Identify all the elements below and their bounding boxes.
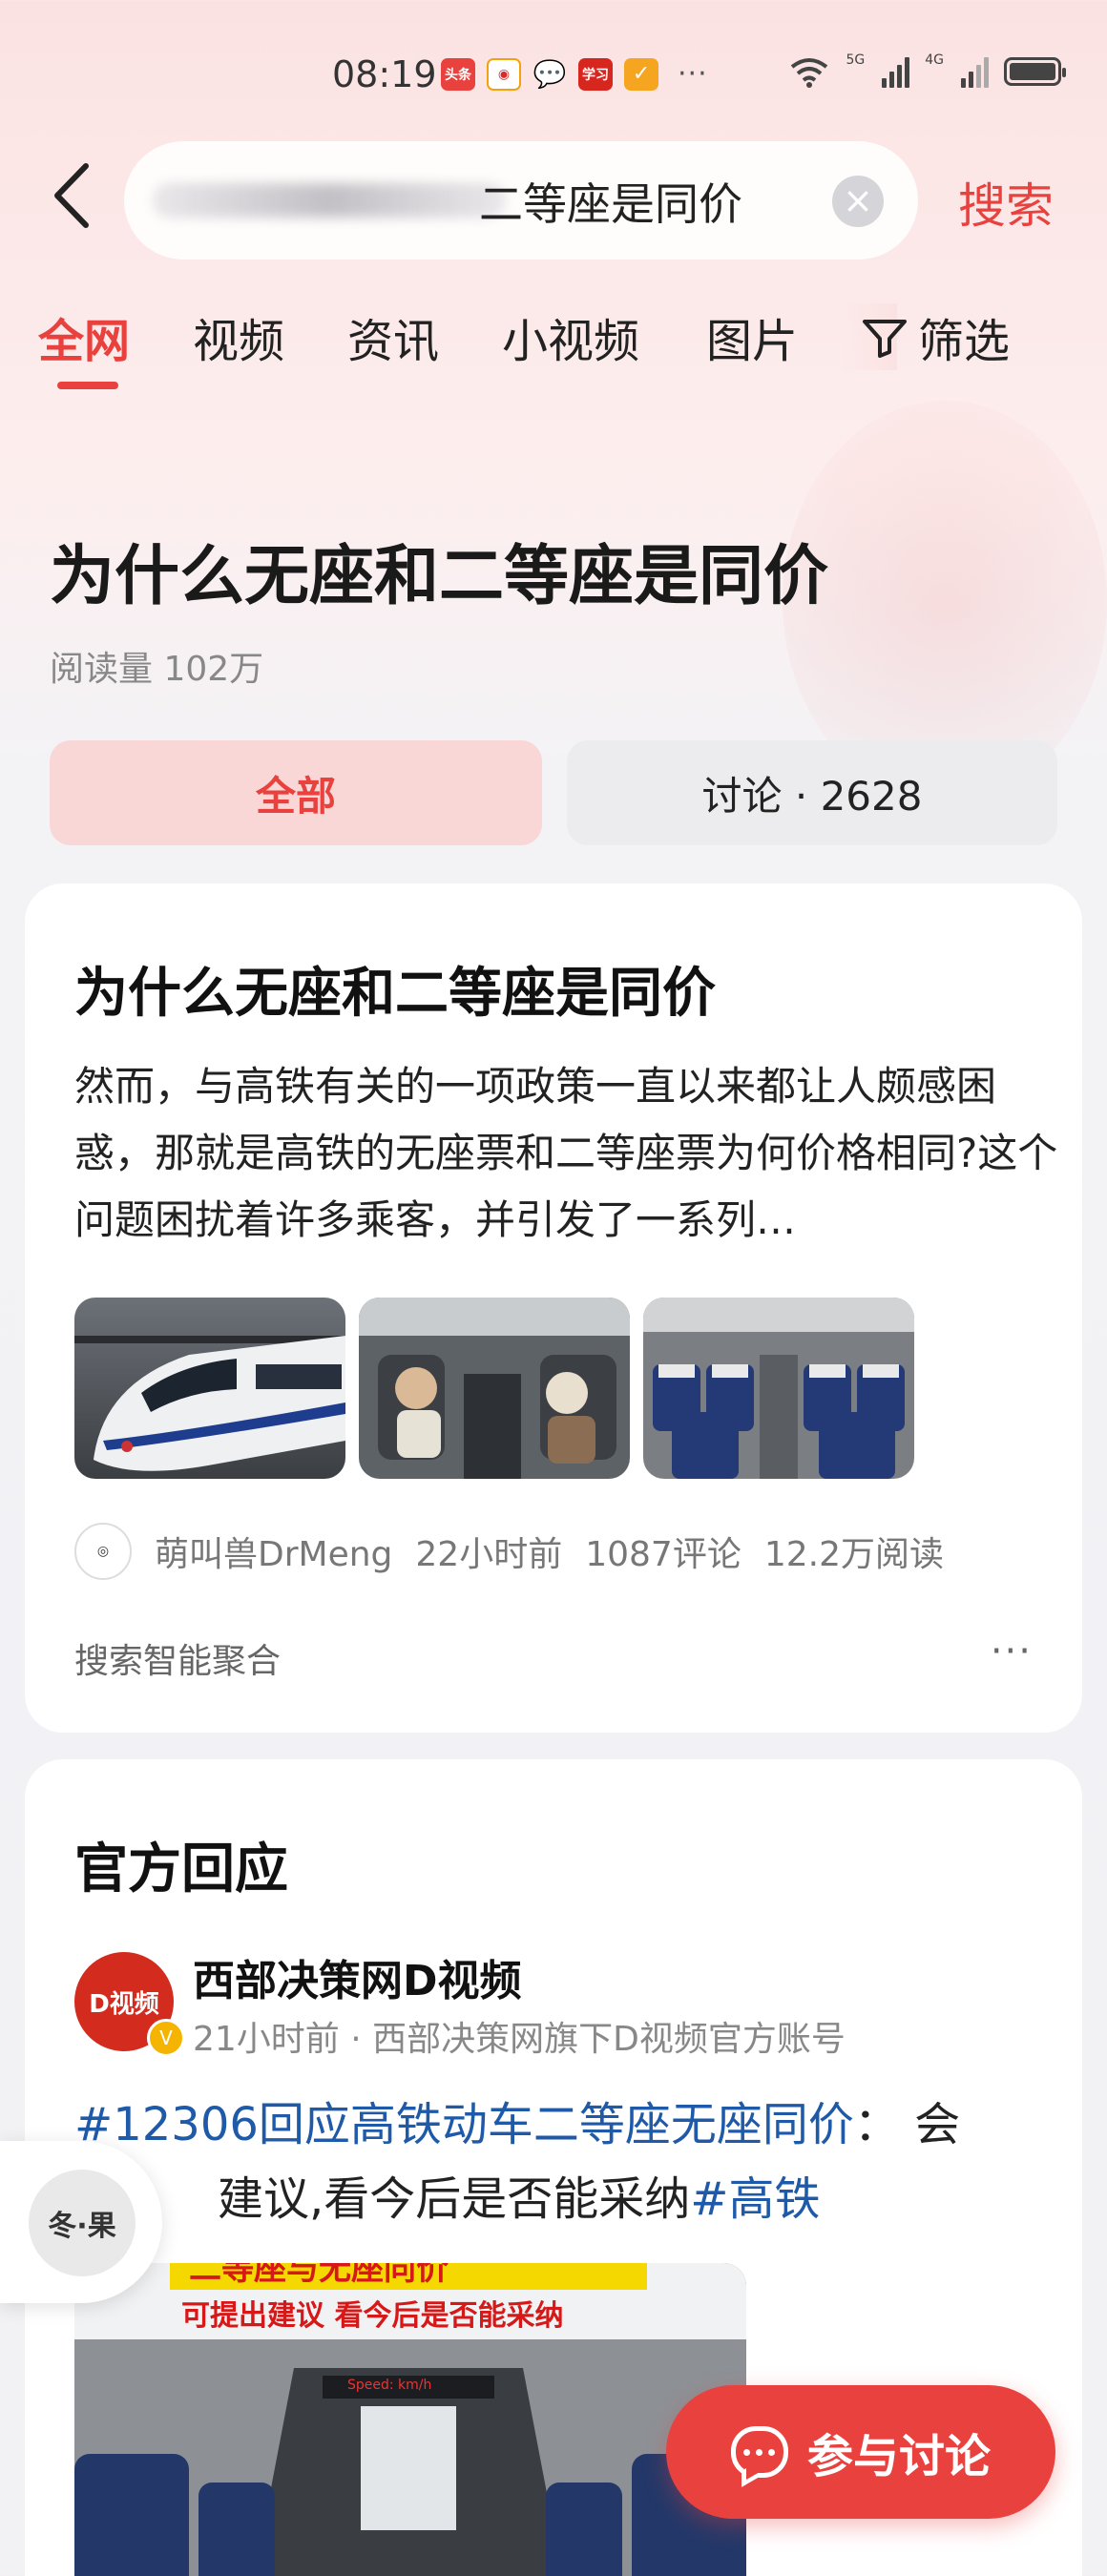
- active-tab-indicator: [57, 382, 118, 389]
- author-avatar[interactable]: ◎: [74, 1523, 132, 1580]
- search-input[interactable]: 二等座是同价 ×: [124, 141, 918, 260]
- result-card-aggregate[interactable]: 为什么无座和二等座是同价 然而，与高铁有关的一项政策一直以来都让人颇感困惑，那就…: [25, 883, 1082, 1733]
- comment-count: 1087评论: [585, 1535, 741, 1574]
- tab-video[interactable]: 视频: [193, 303, 284, 370]
- more-options-icon[interactable]: ···: [991, 1630, 1033, 1673]
- battery-icon: [1004, 57, 1066, 86]
- read-count-item: 12.2万阅读: [763, 1535, 945, 1574]
- search-query-text: 二等座是同价: [479, 178, 742, 230]
- thumbnail-carriage-1[interactable]: [359, 1298, 630, 1479]
- blurred-query-text: [153, 183, 506, 218]
- weibo-icon: ◉: [487, 57, 521, 91]
- hashtag-link-2[interactable]: #高铁: [690, 2172, 820, 2226]
- app-icon: ✓: [624, 57, 658, 91]
- post-text-part: ： 会: [853, 2098, 961, 2151]
- video-thumbnail[interactable]: 二等座与无座同价 可提出建议 看今后是否能采纳 Speed: km/h: [74, 2263, 746, 2576]
- clear-icon[interactable]: ×: [832, 176, 884, 227]
- section-title: 官方回应: [74, 1839, 288, 1901]
- toutiao-icon: 头条: [441, 57, 475, 91]
- join-discussion-label: 参与讨论: [806, 2430, 991, 2483]
- system-icons: 5G 4G: [788, 52, 1066, 88]
- segment-discussion[interactable]: 讨论 · 2628: [567, 740, 1057, 845]
- tab-short-video[interactable]: 小视频: [502, 303, 639, 370]
- wechat-icon: 💬: [533, 58, 567, 90]
- join-discussion-button[interactable]: 参与讨论: [666, 2385, 1055, 2519]
- wifi-icon: [791, 58, 828, 88]
- video-caption-top: 二等座与无座同价: [189, 2263, 449, 2288]
- filter-button[interactable]: 筛选: [861, 303, 1010, 370]
- signal-label-4g: 4G: [925, 52, 944, 68]
- card-summary: 然而，与高铁有关的一项政策一直以来都让人颇感困惑，那就是高铁的无座票和二等座票为…: [74, 1063, 1058, 1243]
- status-bar: 08:19 头条 ◉ 💬 学习 ✓ ··· 5G 4G: [0, 0, 1107, 153]
- back-icon[interactable]: [50, 162, 107, 239]
- notification-icons: 头条 ◉ 💬 学习 ✓ ···: [441, 57, 708, 91]
- segment-all[interactable]: 全部: [50, 740, 542, 845]
- tab-all[interactable]: 全网: [38, 303, 130, 370]
- more-notifications-icon: ···: [678, 57, 708, 91]
- verified-badge-icon: V: [147, 2019, 185, 2057]
- author-name[interactable]: 萌叫兽DrMeng: [155, 1527, 392, 1576]
- study-icon: 学习: [578, 57, 613, 91]
- page-title: 为什么无座和二等座是同价: [50, 539, 829, 614]
- video-caption: 可提出建议 看今后是否能采纳: [181, 2299, 564, 2333]
- post-text-line2: 建议,看今后是否能采纳: [218, 2172, 691, 2226]
- video-speed-display: Speed: km/h: [347, 2378, 432, 2393]
- account-name[interactable]: 西部决策网D视频: [193, 1946, 522, 2007]
- search-button[interactable]: 搜索: [958, 168, 1054, 237]
- signal-icon-2: [961, 55, 989, 88]
- card-meta: ◎ 萌叫兽DrMeng 22小时前 1087评论 12.2万阅读: [74, 1523, 944, 1580]
- thumbnail-row: [74, 1298, 914, 1479]
- account-subtitle: 21小时前 · 西部决策网旗下D视频官方账号: [193, 2020, 846, 2059]
- aggregate-source-label: 搜索智能聚合: [74, 1642, 282, 1681]
- thumbnail-train[interactable]: [74, 1298, 345, 1479]
- post-time: 22小时前: [415, 1535, 563, 1574]
- filter-icon: [863, 320, 907, 358]
- read-count: 阅读量 102万: [50, 650, 264, 689]
- thumbnail-carriage-2[interactable]: [643, 1298, 914, 1479]
- card-title[interactable]: 为什么无座和二等座是同价: [74, 950, 716, 1028]
- signal-icon: [882, 55, 910, 88]
- filter-label: 筛选: [918, 315, 1011, 368]
- tab-images[interactable]: 图片: [706, 303, 798, 370]
- post-text[interactable]: #12306回应高铁动车二等座无座同价： 会 建议,看今后是否能采纳#高铁: [74, 2088, 1067, 2236]
- floating-widget-label: 冬·果: [29, 2170, 136, 2276]
- hashtag-link[interactable]: #12306回应高铁动车二等座无座同价: [74, 2098, 854, 2151]
- tab-news[interactable]: 资讯: [347, 303, 439, 370]
- signal-label-5g: 5G: [846, 52, 866, 68]
- clock: 08:19: [332, 53, 437, 95]
- chat-icon: [730, 2426, 788, 2478]
- floating-widget[interactable]: 冬·果: [0, 2141, 162, 2303]
